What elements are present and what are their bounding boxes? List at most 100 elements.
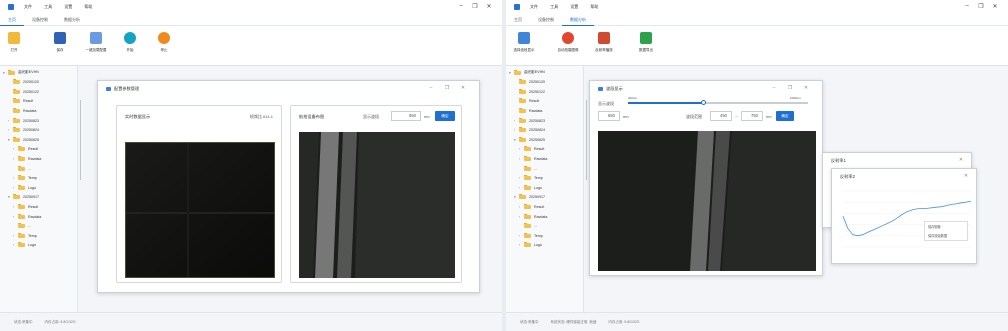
close-icon[interactable]: ✕ — [798, 85, 814, 91]
menu-file[interactable]: 文件 — [24, 4, 32, 9]
close-icon[interactable]: ✕ — [958, 173, 974, 179]
tab-home[interactable]: 主页 — [506, 14, 530, 26]
tree-item[interactable]: ▾ 曲光影EVHN — [3, 68, 39, 77]
tab-device-control[interactable]: 设备控制 — [24, 14, 56, 26]
tree-item[interactable]: › Logo — [13, 241, 36, 250]
restore-icon[interactable]: ❐ — [468, 3, 482, 10]
range-to-input[interactable]: 750 — [741, 111, 763, 121]
minimize-icon[interactable]: – — [960, 3, 974, 10]
tree-item[interactable]: 20250122 — [514, 87, 545, 96]
tree-item[interactable]: › Logo — [519, 183, 542, 192]
folder-icon — [18, 203, 25, 209]
status-bar: 状态:采集中 内存占用: 5.8G/32G — [0, 312, 502, 331]
tree-item[interactable]: Result — [8, 97, 33, 106]
tree-item-label: Ravdata — [23, 108, 37, 113]
settings-icon — [106, 87, 111, 91]
tree-item[interactable]: › Ravdata — [519, 154, 547, 163]
tree-item-label: ... — [534, 166, 537, 171]
start-button[interactable]: 开始 — [118, 32, 142, 53]
tree-item[interactable]: ▾ 20250917 — [8, 193, 39, 202]
tab-home[interactable]: 主页 — [0, 14, 24, 26]
restore-icon[interactable]: ❐ — [782, 85, 798, 91]
tree-item[interactable]: Ravdata — [8, 106, 36, 115]
tree-item[interactable]: › 20250824 — [8, 126, 39, 135]
tree-item[interactable]: 20250120 — [8, 78, 39, 87]
tree-item[interactable]: › Ravdata — [13, 212, 41, 221]
tree-item[interactable]: › Result — [519, 202, 544, 211]
menu-settings[interactable]: 设置 — [64, 4, 72, 9]
tab-data-analysis[interactable]: 数据分析 — [562, 14, 594, 26]
tree-item[interactable]: › Temp — [519, 231, 543, 240]
tree-item[interactable]: › Result — [519, 145, 544, 154]
tree-item[interactable]: ▾ 20250825 — [8, 135, 39, 144]
tree-item[interactable]: › 20250824 — [514, 126, 545, 135]
ribbon-toolbar: 打开 保存 一键加载配置 开始 停止 — [0, 26, 502, 66]
menu-tools[interactable]: 工具 — [44, 4, 52, 9]
minimize-icon[interactable]: – — [454, 3, 468, 10]
menu-file[interactable]: 文件 — [530, 4, 538, 9]
tree-item[interactable]: ... — [519, 164, 537, 173]
minimize-icon[interactable]: – — [766, 85, 782, 91]
tree-item[interactable]: ... — [13, 222, 31, 231]
data-export-button[interactable]: 数据导出 — [634, 32, 658, 53]
save-image-item[interactable]: 保存图像 — [925, 222, 967, 231]
save-button[interactable]: 保存 — [48, 32, 72, 53]
auto-capture-label: 自动拍摄图像 — [557, 48, 579, 52]
tree-item[interactable]: › Temp — [519, 174, 543, 183]
save-raw-data-item[interactable]: 保存原始数据 — [925, 231, 967, 240]
splitter-handle[interactable] — [80, 100, 81, 180]
reflectance-play-button[interactable]: 反射率播放 — [592, 32, 616, 53]
restore-icon[interactable]: ❐ — [974, 3, 988, 10]
tree-item[interactable]: Result — [514, 97, 539, 106]
splitter-handle[interactable] — [586, 100, 587, 180]
tree-item[interactable]: › Result — [13, 202, 38, 211]
tab-device-control[interactable]: 设备控制 — [530, 14, 562, 26]
tree-item[interactable]: ... — [519, 222, 537, 231]
tree-item[interactable]: › Result — [13, 145, 38, 154]
tree-item[interactable]: › Ravdata — [13, 154, 41, 163]
tree-item[interactable]: › Logo — [519, 241, 542, 250]
restore-icon[interactable]: ❐ — [439, 85, 455, 91]
auto-capture-button[interactable]: 自动拍摄图像 — [556, 32, 580, 53]
confirm-button[interactable]: 确定 — [776, 111, 794, 121]
tree-item[interactable]: ▾ 20250825 — [514, 135, 545, 144]
band-select-button[interactable]: 选择波段显示 — [512, 32, 536, 53]
tree-item[interactable]: Ravdata — [514, 106, 542, 115]
tree-item[interactable]: › 20250823 — [514, 116, 545, 125]
stop-button[interactable]: 停止 — [152, 32, 176, 53]
tree-item[interactable]: › 20250823 — [8, 116, 39, 125]
open-button[interactable]: 打开 — [2, 32, 26, 53]
close-icon[interactable]: ✕ — [482, 3, 496, 10]
tree-item[interactable]: › Temp — [13, 231, 37, 240]
menu-settings[interactable]: 设置 — [570, 4, 578, 9]
tree-item[interactable]: ▾ 曲光影EVHN — [509, 68, 545, 77]
tree-item[interactable]: › Ravdata — [519, 212, 547, 221]
slider-thumb[interactable] — [701, 100, 707, 105]
tree-item[interactable]: 20250122 — [8, 87, 39, 96]
band-slider[interactable] — [628, 100, 808, 105]
load-config-button[interactable]: 一键加载配置 — [84, 32, 108, 53]
menu-tools[interactable]: 工具 — [550, 4, 558, 9]
tree-item-label: ... — [28, 224, 31, 229]
tree-item-label: 曲光影EVHN — [18, 70, 39, 74]
tree-item[interactable]: › Logo — [13, 183, 36, 192]
close-icon[interactable]: ✕ — [953, 157, 969, 163]
unit-label: nm — [766, 114, 772, 119]
close-icon[interactable]: ✕ — [988, 3, 1002, 10]
minimize-icon[interactable]: – — [423, 85, 439, 91]
tree-item[interactable]: ... — [13, 164, 31, 173]
confirm-button[interactable]: 确定 — [435, 111, 455, 121]
tab-data-analysis[interactable]: 数据分析 — [56, 14, 88, 26]
range-from-input[interactable]: 450 — [710, 111, 732, 121]
tree-item[interactable]: › Temp — [13, 174, 37, 183]
tree-item[interactable]: 20250120 — [514, 78, 545, 87]
tree-item[interactable]: ▾ 20250917 — [514, 193, 545, 202]
folder-icon — [514, 69, 521, 75]
menu-help[interactable]: 帮助 — [84, 4, 92, 9]
wavelength-input[interactable]: 650 — [391, 111, 421, 121]
tree-item-label: 20250120 — [23, 80, 39, 85]
tree-item-label: Ravdata — [28, 156, 42, 161]
close-icon[interactable]: ✕ — [455, 85, 471, 91]
band-input[interactable]: 650 — [598, 111, 620, 121]
menu-help[interactable]: 帮助 — [590, 4, 598, 9]
